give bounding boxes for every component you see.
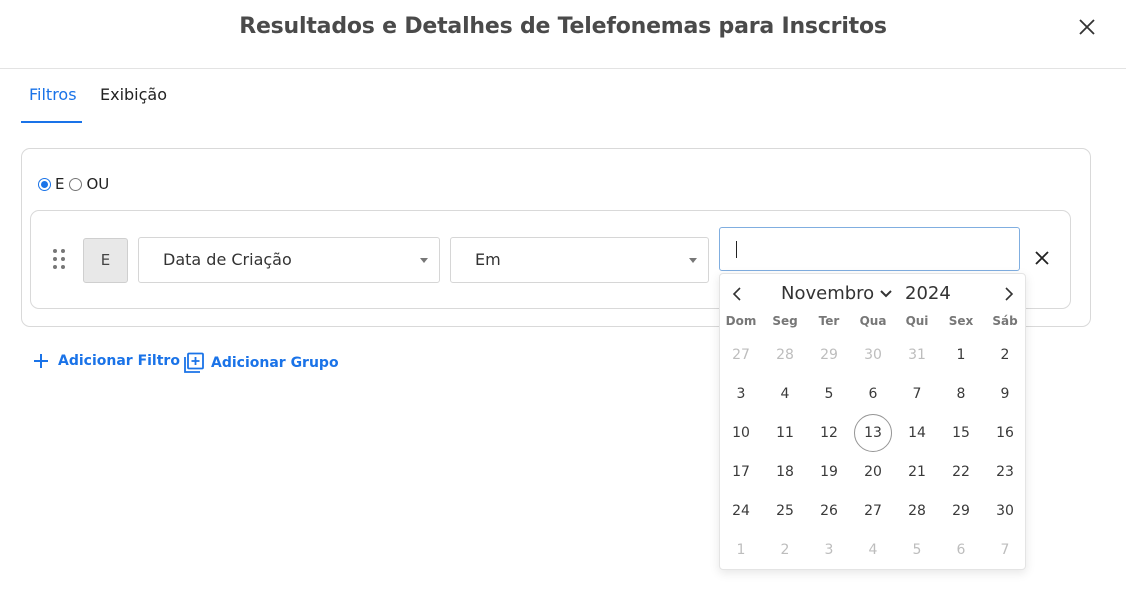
add-group-label: Adicionar Grupo — [211, 355, 339, 371]
radio-and-label: E — [55, 175, 65, 193]
day-cell[interactable]: 29 — [810, 336, 848, 374]
month-label: Novembro — [781, 283, 875, 304]
day-cell[interactable]: 6 — [854, 375, 892, 413]
weekday-label: Sáb — [992, 314, 1018, 328]
day-cell[interactable]: 7 — [986, 531, 1024, 569]
day-cell[interactable]: 20 — [854, 453, 892, 491]
year-input[interactable]: 2024 — [905, 283, 951, 304]
day-cell[interactable]: 27 — [722, 336, 760, 374]
day-cell[interactable]: 2 — [986, 336, 1024, 374]
chevron-right-icon[interactable] — [1000, 284, 1018, 304]
weekday-label: Qua — [859, 314, 887, 328]
text-cursor — [736, 241, 737, 258]
weekday-label: Seg — [772, 314, 798, 328]
drag-handle-icon[interactable] — [53, 249, 67, 271]
day-cell[interactable]: 30 — [986, 492, 1024, 530]
day-cell[interactable]: 25 — [766, 492, 804, 530]
day-cell[interactable]: 28 — [766, 336, 804, 374]
day-cell[interactable]: 14 — [898, 414, 936, 452]
field-select-value: Data de Criação — [163, 250, 292, 269]
day-cell[interactable]: 24 — [722, 492, 760, 530]
day-cell[interactable]: 4 — [854, 531, 892, 569]
operator-select-value: Em — [475, 250, 501, 269]
day-cell[interactable]: 12 — [810, 414, 848, 452]
day-cell[interactable]: 11 — [766, 414, 804, 452]
tab-filtros[interactable]: Filtros — [29, 85, 77, 104]
add-group-button[interactable]: Adicionar Grupo — [183, 352, 339, 374]
add-group-icon — [184, 352, 204, 373]
day-cell[interactable]: 7 — [898, 375, 936, 413]
logic-selector: E OU — [38, 175, 111, 193]
tab-exibicao[interactable]: Exibição — [100, 85, 167, 104]
add-filter-button[interactable]: Adicionar Filtro — [32, 352, 180, 370]
dialog-header: Resultados e Detalhes de Telefonemas par… — [0, 0, 1126, 69]
chevron-down-icon — [880, 289, 892, 297]
day-cell[interactable]: 18 — [766, 453, 804, 491]
dialog-title: Resultados e Detalhes de Telefonemas par… — [239, 14, 887, 39]
close-icon[interactable] — [1076, 16, 1098, 38]
day-cell[interactable]: 6 — [942, 531, 980, 569]
weekday-header: Dom Seg Ter Qua Qui Sex Sáb — [720, 314, 1027, 330]
tab-bar: Filtros Exibição — [0, 69, 1126, 125]
day-cell[interactable]: 22 — [942, 453, 980, 491]
weekday-label: Ter — [818, 314, 840, 328]
day-cell[interactable]: 19 — [810, 453, 848, 491]
day-cell-today[interactable]: 13 — [854, 414, 892, 452]
day-cell[interactable]: 2 — [766, 531, 804, 569]
day-cell[interactable]: 27 — [854, 492, 892, 530]
day-cell[interactable]: 17 — [722, 453, 760, 491]
day-cell[interactable]: 31 — [898, 336, 936, 374]
day-cell[interactable]: 3 — [722, 375, 760, 413]
day-cell[interactable]: 29 — [942, 492, 980, 530]
month-select[interactable]: Novembro — [781, 283, 893, 304]
day-cell[interactable]: 9 — [986, 375, 1024, 413]
day-cell[interactable]: 5 — [810, 375, 848, 413]
day-cell[interactable]: 23 — [986, 453, 1024, 491]
day-cell[interactable]: 16 — [986, 414, 1024, 452]
plus-icon — [34, 354, 48, 368]
date-input[interactable] — [719, 227, 1020, 271]
date-picker: Novembro 2024 Dom Seg Ter Qua Qui Sex Sáb 27 28… — [719, 273, 1026, 570]
day-cell[interactable]: 1 — [942, 336, 980, 374]
day-cell[interactable]: 21 — [898, 453, 936, 491]
add-filter-label: Adicionar Filtro — [58, 353, 180, 369]
field-select[interactable]: Data de Criação — [138, 237, 440, 283]
weekday-label: Qui — [905, 314, 929, 328]
day-cell[interactable]: 30 — [854, 336, 892, 374]
day-cell[interactable]: 28 — [898, 492, 936, 530]
chevron-left-icon[interactable] — [728, 284, 746, 304]
caret-down-icon — [689, 258, 697, 263]
weekday-label: Sex — [948, 314, 974, 328]
day-cell[interactable]: 1 — [722, 531, 760, 569]
radio-or-label: OU — [86, 175, 110, 193]
weekday-label: Dom — [725, 314, 757, 328]
group-operator-badge[interactable]: E — [83, 238, 128, 283]
day-cell[interactable]: 5 — [898, 531, 936, 569]
day-cell[interactable]: 3 — [810, 531, 848, 569]
day-cell[interactable]: 15 — [942, 414, 980, 452]
caret-down-icon — [420, 258, 428, 263]
day-cell[interactable]: 10 — [722, 414, 760, 452]
remove-filter-icon[interactable] — [1032, 248, 1052, 268]
day-cell[interactable]: 26 — [810, 492, 848, 530]
radio-and[interactable] — [38, 177, 51, 191]
day-cell[interactable]: 4 — [766, 375, 804, 413]
operator-select[interactable]: Em — [450, 237, 709, 283]
active-tab-indicator — [21, 121, 82, 123]
radio-or[interactable] — [69, 177, 83, 191]
day-cell[interactable]: 8 — [942, 375, 980, 413]
